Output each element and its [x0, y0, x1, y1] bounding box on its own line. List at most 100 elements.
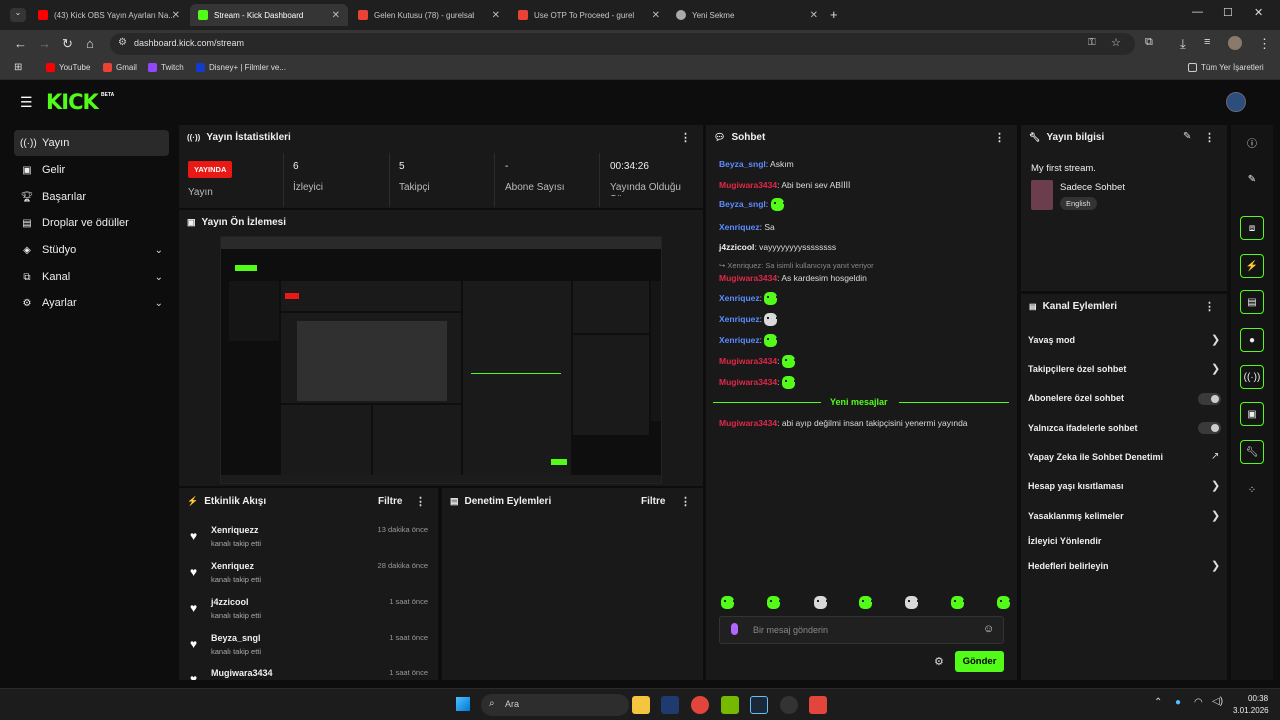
chat-username[interactable]: j4zzicool: [719, 242, 754, 252]
document-icon[interactable]: ▤: [1240, 290, 1264, 314]
chevron-right-icon[interactable]: ❯: [1211, 559, 1220, 572]
activity-filter-button[interactable]: Filtre: [378, 496, 402, 507]
home-icon[interactable]: ⌂: [86, 36, 94, 51]
bookmark-twitch[interactable]: Twitch: [148, 63, 184, 72]
browser-tab-kick-dashboard[interactable]: Stream - Kick Dashboard ✕: [190, 4, 348, 26]
chat-settings-icon[interactable]: ⚙: [934, 655, 944, 668]
address-bar[interactable]: ⚙ dashboard.kick.com/stream ⚿ ☆: [110, 33, 1135, 55]
microphone-icon[interactable]: [731, 623, 738, 635]
emote-icon[interactable]: [905, 596, 920, 610]
chevron-right-icon[interactable]: ❯: [1211, 362, 1220, 375]
clock-date[interactable]: 3.01.2026: [1233, 706, 1269, 715]
sidebar-item-basarilar[interactable]: 🏆︎ Başarılar: [14, 184, 169, 210]
tab-search-button[interactable]: ⌄: [10, 8, 26, 22]
category-name[interactable]: Sadece Sohbet: [1060, 182, 1125, 193]
close-icon[interactable]: ✕: [492, 10, 500, 21]
clip-icon[interactable]: ⧈: [1240, 216, 1264, 240]
more-options-icon[interactable]: ⋮: [680, 495, 691, 508]
send-button[interactable]: Gönder: [955, 651, 1004, 672]
browser-menu-icon[interactable]: ⋮: [1258, 36, 1271, 52]
chevron-right-icon[interactable]: ❯: [1211, 479, 1220, 492]
followers-only-chat-item[interactable]: Takipçilere özel sohbet: [1028, 364, 1126, 374]
chat-username[interactable]: Mugiwara3434: [719, 418, 777, 428]
obs-icon[interactable]: [780, 696, 798, 714]
close-icon[interactable]: ✕: [172, 10, 180, 21]
stream-preview-video[interactable]: [220, 236, 662, 484]
chat-username[interactable]: Xenriquez: [719, 335, 760, 345]
chat-username[interactable]: Mugiwara3434: [719, 377, 777, 387]
nodes-icon[interactable]: ⁘: [1240, 478, 1264, 502]
chat-bubble-icon[interactable]: ●: [1240, 328, 1264, 352]
close-icon[interactable]: ✕: [810, 10, 818, 21]
steam-icon[interactable]: [750, 696, 768, 714]
wifi-icon[interactable]: ◠: [1194, 697, 1203, 708]
more-options-icon[interactable]: ⋮: [415, 495, 426, 508]
emoji-picker-icon[interactable]: ☺: [983, 623, 994, 635]
kick-logo[interactable]: KICK: [46, 90, 99, 114]
app-icon[interactable]: [809, 696, 827, 714]
chat-username[interactable]: Mugiwara3434: [719, 356, 777, 366]
browser-tab-gmail-otp[interactable]: Use OTP To Proceed - gurelsabri... ✕: [510, 4, 668, 26]
redirect-viewers-item[interactable]: İzleyici Yönlendir: [1028, 536, 1101, 546]
video-icon[interactable]: ▣: [1240, 402, 1264, 426]
lightning-icon[interactable]: ⚡: [1240, 254, 1264, 278]
close-icon[interactable]: ✕: [332, 10, 340, 21]
chat-username[interactable]: Xenriquez: [719, 314, 760, 324]
forward-icon[interactable]: →: [38, 36, 51, 51]
more-options-icon[interactable]: ⋮: [994, 131, 1005, 144]
chat-username[interactable]: Mugiwara3434: [719, 180, 777, 190]
more-options-icon[interactable]: ⋮: [1204, 131, 1215, 144]
emote-icon[interactable]: [721, 596, 735, 610]
reload-icon[interactable]: ↻: [62, 36, 73, 52]
bookmark-youtube[interactable]: YouTube: [46, 63, 90, 72]
download-icon[interactable]: ⤓: [1180, 36, 1186, 52]
apps-grid-icon[interactable]: ⊞: [14, 62, 22, 73]
emote-icon[interactable]: [997, 596, 1012, 610]
volume-icon[interactable]: ◁): [1212, 696, 1223, 707]
nvidia-icon[interactable]: [721, 696, 739, 714]
ai-moderation-item[interactable]: Yapay Zeka ile Sohbet Denetimi: [1028, 452, 1163, 462]
maximize-button[interactable]: ☐: [1223, 6, 1233, 19]
app-icon[interactable]: [661, 696, 679, 714]
chat-username[interactable]: Beyza_sngl: [719, 159, 766, 169]
browser-tab-new-tab[interactable]: Yeni Sekme ✕: [668, 4, 826, 26]
close-window-button[interactable]: ✕: [1254, 6, 1263, 19]
chevron-right-icon[interactable]: ❯: [1211, 333, 1220, 346]
account-age-restriction-item[interactable]: Hesap yaşı kısıtlaması: [1028, 481, 1124, 491]
banned-words-item[interactable]: Yasaklanmış kelimeler: [1028, 511, 1124, 521]
sidebar-item-studyo[interactable]: ◈ Stüdyo ⌄: [14, 237, 169, 263]
wrench-icon[interactable]: 🔧︎: [1240, 440, 1264, 464]
chat-username[interactable]: Xenriquez: [719, 222, 760, 232]
sidebar-item-gelir[interactable]: ▣ Gelir: [14, 157, 169, 183]
chrome-icon[interactable]: [691, 696, 709, 714]
external-link-icon[interactable]: ↗: [1211, 451, 1219, 462]
more-options-icon[interactable]: ⋮: [1204, 300, 1215, 313]
microphone-icon[interactable]: ●: [1175, 697, 1181, 708]
edit-icon[interactable]: ✎: [1240, 167, 1264, 191]
taskbar-search[interactable]: ⌕ Ara: [481, 694, 629, 716]
set-goals-item[interactable]: Hedefleri belirleyin: [1028, 561, 1109, 571]
site-info-icon[interactable]: ⚙: [118, 37, 127, 48]
close-icon[interactable]: ✕: [652, 10, 660, 21]
sidebar-item-droplar[interactable]: ▤ Droplar ve ödüller: [14, 210, 169, 236]
sidebar-item-yayin[interactable]: ((·)) Yayın: [14, 130, 169, 156]
chat-username[interactable]: Xenriquez: [719, 293, 760, 303]
emote-icon[interactable]: [950, 596, 965, 610]
emote-icon[interactable]: [859, 596, 874, 610]
moderation-filter-button[interactable]: Filtre: [641, 496, 665, 507]
subscribers-only-toggle[interactable]: [1198, 393, 1221, 405]
chat-username[interactable]: Mugiwara3434: [719, 273, 777, 283]
bookmark-star-icon[interactable]: ☆: [1111, 36, 1121, 49]
user-avatar[interactable]: [1226, 92, 1246, 112]
sidebar-item-ayarlar[interactable]: ⚙ Ayarlar ⌄: [14, 290, 169, 316]
windows-start-icon[interactable]: [456, 697, 470, 711]
more-options-icon[interactable]: ⋮: [680, 131, 691, 144]
sidebar-item-kanal[interactable]: ⧉ Kanal ⌄: [14, 264, 169, 290]
new-messages-label[interactable]: Yeni mesajlar: [830, 397, 888, 407]
extensions-icon[interactable]: ⧉: [1145, 36, 1153, 49]
broadcast-icon[interactable]: ((·)): [1240, 365, 1264, 389]
media-controls-icon[interactable]: ≡: [1204, 36, 1210, 48]
emote-icon[interactable]: [813, 596, 828, 610]
edit-pencil-icon[interactable]: ✎: [1183, 131, 1191, 142]
new-tab-button[interactable]: +: [830, 7, 838, 22]
